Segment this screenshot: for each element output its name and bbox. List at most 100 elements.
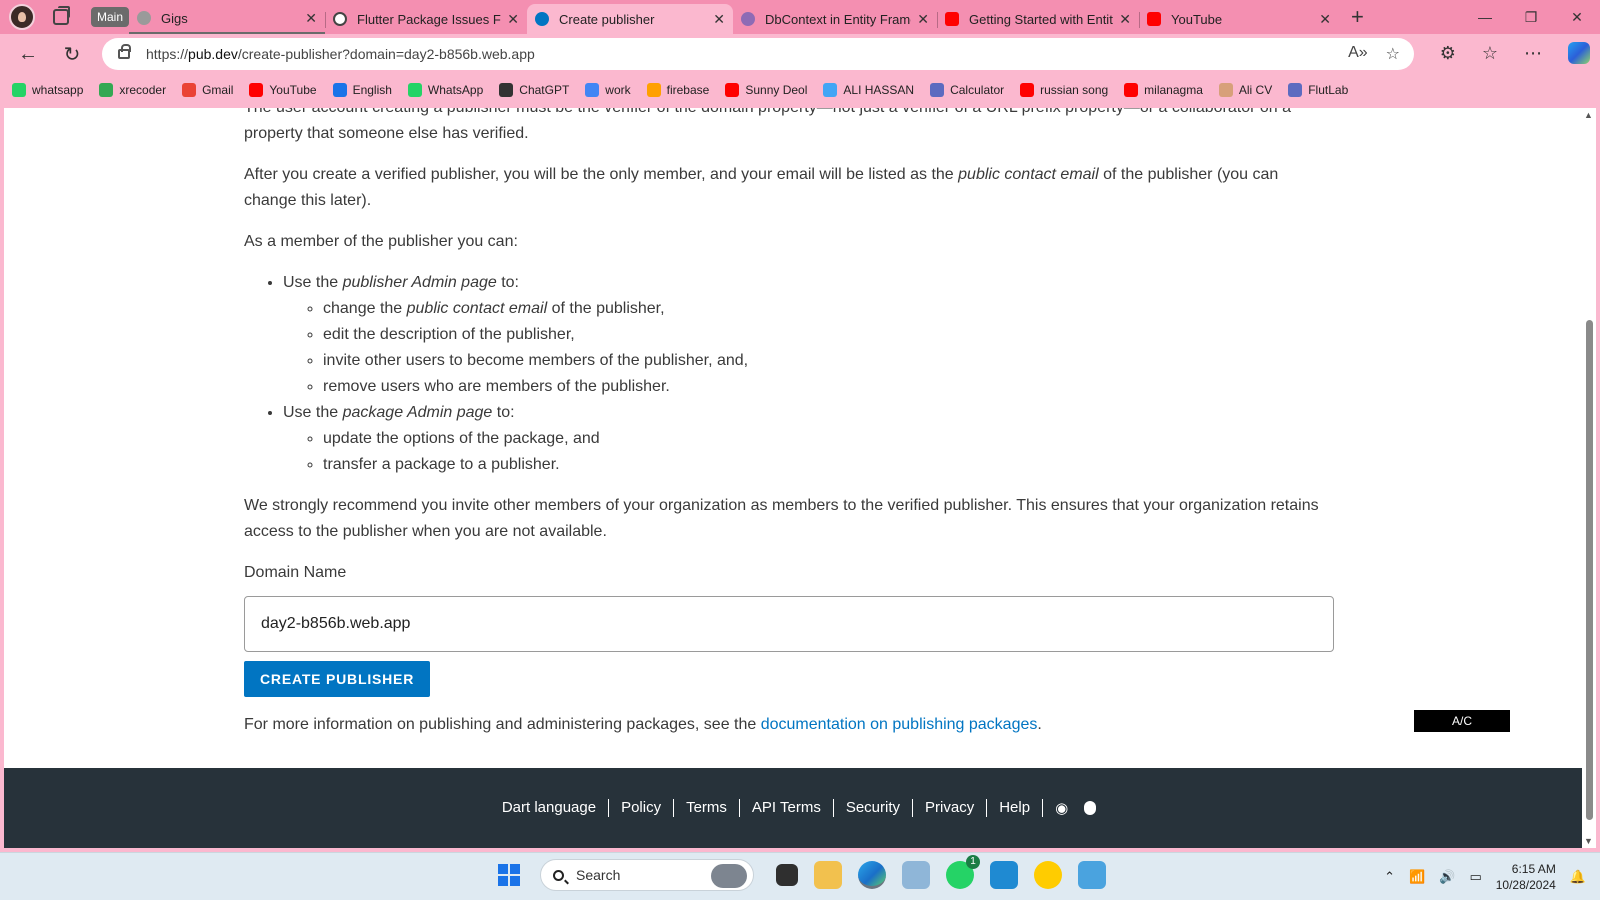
copilot-icon[interactable] [1568,42,1590,64]
member-intro: As a member of the publisher you can: [244,233,518,250]
close-icon[interactable]: ✕ [507,11,519,28]
bookmark-xrecoder[interactable]: xrecoder [99,83,166,97]
bookmark-whatsapp[interactable]: WhatsApp [407,83,483,97]
scroll-up-icon[interactable]: ▲ [1584,110,1593,120]
bookmark-milanagma[interactable]: milanagma [1124,83,1203,97]
tab-youtube[interactable]: YouTube ✕ [1139,4,1339,34]
close-window-icon[interactable]: ✕ [1554,9,1600,26]
scroll-down-icon[interactable]: ▼ [1584,836,1593,846]
bookmark-favicon-icon [1288,83,1303,97]
bookmark-favicon-icon [99,83,114,97]
notification-bell-icon[interactable]: 🔔 [1570,869,1586,885]
workspaces-icon[interactable] [53,6,70,25]
system-clock[interactable]: 6:15 AM 10/28/2024 [1496,861,1556,893]
new-tab-icon[interactable]: + [1351,4,1364,30]
bookmarks-bar: whatsapp xrecoder Gmail YouTube English Whats… [0,78,1600,102]
footer-link-policy[interactable]: Policy [609,799,675,817]
favorite-star-icon[interactable]: ☆ [1386,44,1400,64]
bookmark-ali-hassan[interactable]: ALI HASSAN [823,83,914,97]
bookmark-label: Sunny Deol [745,83,808,97]
vscode-icon[interactable] [990,861,1018,889]
footer-link-dart-language[interactable]: Dart language [490,799,610,817]
remote-desktop-icon[interactable] [1078,861,1106,889]
extensions-icon[interactable]: ⚙ [1440,43,1456,64]
chevron-up-icon[interactable]: ⌃ [1384,869,1395,885]
footer-link-api-terms[interactable]: API Terms [740,799,834,817]
tab-gigs[interactable]: Gigs ✕ [129,4,326,34]
footer-link-security[interactable]: Security [834,799,914,817]
page-scrollbar[interactable]: ▲ ▼ [1582,108,1596,848]
app-chat-icon[interactable] [1034,861,1062,889]
bookmark-work[interactable]: work [585,83,631,97]
window-controls: — ❐ ✕ [1462,9,1600,26]
favorites-icon[interactable]: ☆ [1482,43,1498,64]
documentation-link[interactable]: documentation on publishing packages [761,716,1038,733]
bookmark-gmail[interactable]: Gmail [182,83,233,97]
profile-avatar[interactable] [9,4,35,30]
bookmark-whatsapp[interactable]: whatsapp [12,83,83,97]
tab-label: YouTube [1171,11,1223,27]
tab-flutter-issues[interactable]: Flutter Package Issues Fix ✕ [325,4,527,34]
battery-icon[interactable]: ▭ [1469,869,1481,885]
member-capabilities-list: Use the publisher Admin page to: change … [283,270,1334,478]
close-icon[interactable]: ✕ [917,11,929,28]
refresh-icon[interactable]: ↻ [52,42,92,67]
bookmark-youtube[interactable]: YouTube [249,83,317,97]
restore-icon[interactable]: ❐ [1508,9,1554,26]
list-item: change the public contact email of the p… [323,296,1334,322]
tab-entity-youtube[interactable]: Getting Started with Entity F ✕ [937,4,1139,34]
bug-icon[interactable] [1084,801,1097,815]
close-icon[interactable]: ✕ [305,10,317,27]
bookmark-label: Gmail [202,83,234,97]
back-icon[interactable]: ← [8,43,48,66]
bookmark-favicon-icon [407,83,422,97]
bookmark-calculator[interactable]: Calculator [930,83,1004,97]
bookmark-favicon-icon [249,83,264,97]
photos-icon[interactable] [902,861,930,889]
bookmark-firebase[interactable]: firebase [646,83,709,97]
tab-dbcontext[interactable]: DbContext in Entity Framew ✕ [733,4,937,34]
footer-link-privacy[interactable]: Privacy [913,799,988,817]
more-menu-icon[interactable]: ⋯ [1524,43,1542,64]
tab-create-publisher[interactable]: Create publisher ✕ [527,4,734,34]
list-item: Use the package Admin page to: update th… [283,400,1334,478]
chatgpt-icon [333,12,348,26]
footer-link-help[interactable]: Help [987,799,1044,817]
address-bar[interactable]: https://pub.dev/create-publisher?domain=… [102,38,1414,70]
dotnet-icon [741,12,756,26]
task-view-icon[interactable] [776,864,798,886]
rss-icon[interactable]: ◉ [1043,799,1080,817]
create-publisher-button[interactable]: CREATE PUBLISHER [244,661,431,697]
bookmark-ali-cv[interactable]: Ali CV [1218,83,1272,97]
tab-group-label[interactable]: Main [91,7,130,27]
whatsapp-icon[interactable]: 1 [946,855,980,889]
scrollbar-thumb[interactable] [1586,320,1593,820]
bookmark-favicon-icon [1020,83,1035,97]
list-item: edit the description of the publisher, [323,322,1334,348]
footer-link-terms[interactable]: Terms [674,799,740,817]
bookmark-favicon-icon [646,83,661,97]
wifi-icon[interactable]: 📶 [1409,869,1425,885]
bookmark-english[interactable]: English [332,83,392,97]
bookmark-favicon-icon [499,83,514,97]
bookmark-favicon-icon [1218,83,1233,97]
url-text[interactable]: https://pub.dev/create-publisher?domain=… [146,46,535,62]
bookmark-flutlab[interactable]: FlutLab [1288,83,1348,97]
minimize-icon[interactable]: — [1462,9,1508,25]
taskbar-search[interactable]: Search [540,859,754,891]
bookmark-russian-song[interactable]: russian song [1020,83,1108,97]
start-icon[interactable] [498,864,520,886]
read-aloud-icon[interactable]: A» [1348,44,1368,64]
domain-name-input[interactable]: day2-b856b.web.app [244,596,1334,652]
close-icon[interactable]: ✕ [1319,11,1331,28]
close-icon[interactable]: ✕ [713,11,725,28]
bookmark-label: YouTube [269,83,317,97]
edge-icon[interactable] [858,861,886,889]
lock-icon[interactable] [118,44,131,59]
bookmark-sunny-deol[interactable]: Sunny Deol [725,83,807,97]
volume-icon[interactable]: 🔊 [1439,869,1455,885]
browser-toolbar: ← ↻ https://pub.dev/create-publisher?dom… [0,34,1600,74]
file-explorer-icon[interactable] [814,861,842,889]
close-icon[interactable]: ✕ [1119,11,1131,28]
bookmark-chatgpt[interactable]: ChatGPT [499,83,569,97]
